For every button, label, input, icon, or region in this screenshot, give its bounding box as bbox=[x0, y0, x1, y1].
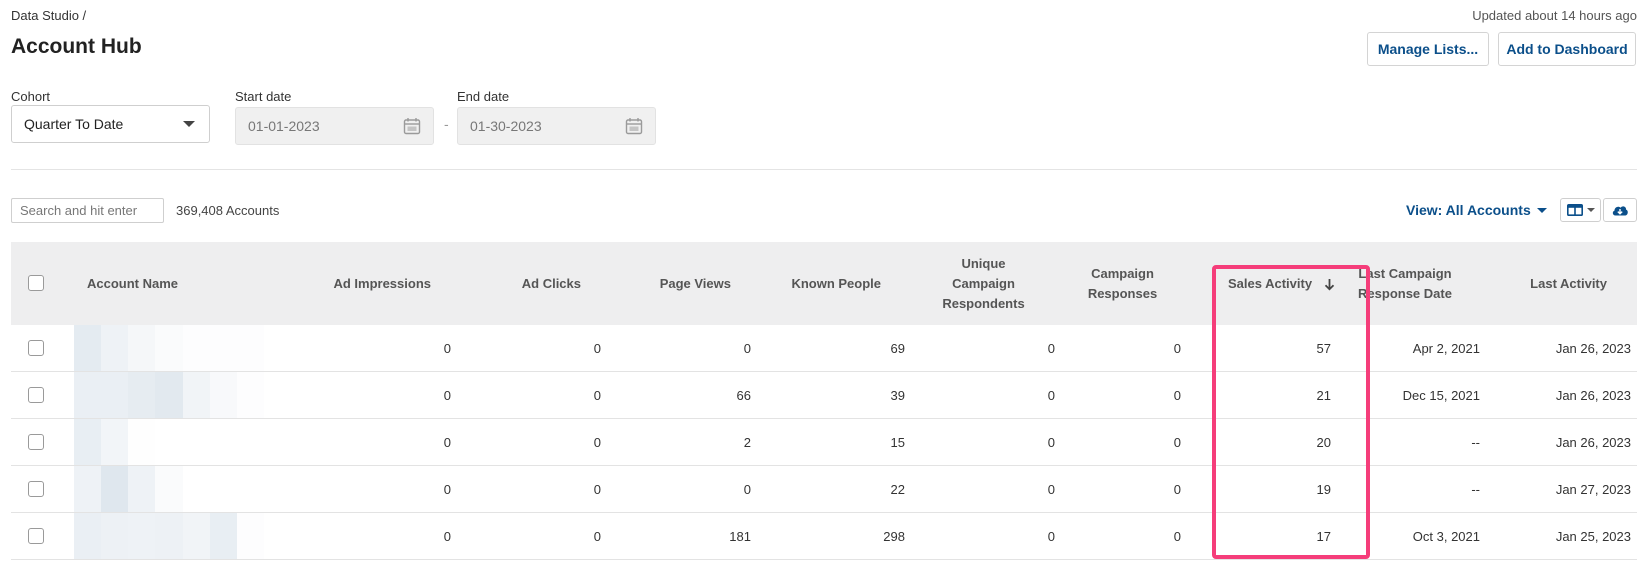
cell-campaign-responses: 0 bbox=[1173, 341, 1181, 356]
chevron-down-icon bbox=[1536, 207, 1547, 213]
columns-button[interactable] bbox=[1560, 198, 1601, 222]
section-divider bbox=[11, 169, 1637, 170]
cell-campaign-responses: 0 bbox=[1173, 435, 1181, 450]
view-selector[interactable]: View: All Accounts bbox=[1406, 202, 1547, 218]
cohort-value: Quarter To Date bbox=[24, 116, 124, 132]
cell-unique: 0 bbox=[1047, 482, 1055, 497]
select-all-checkbox[interactable] bbox=[28, 275, 44, 291]
cohort-select[interactable]: Quarter To Date bbox=[11, 105, 210, 143]
start-date-value: 01-01-2023 bbox=[248, 118, 320, 134]
updated-timestamp: Updated about 14 hours ago bbox=[1472, 8, 1637, 23]
download-button[interactable] bbox=[1603, 198, 1637, 222]
cell-ad-clicks: 0 bbox=[593, 388, 601, 403]
cell-unique: 0 bbox=[1047, 388, 1055, 403]
row-divider bbox=[11, 559, 1637, 560]
cell-page-views: 0 bbox=[743, 341, 751, 356]
add-to-dashboard-button[interactable]: Add to Dashboard bbox=[1498, 32, 1636, 66]
cell-last-campaign: Oct 3, 2021 bbox=[1412, 529, 1480, 544]
end-date-field[interactable]: 01-30-2023 bbox=[457, 107, 656, 145]
cell-campaign-responses: 0 bbox=[1173, 482, 1181, 497]
row-checkbox[interactable] bbox=[28, 340, 44, 356]
page-title: Account Hub bbox=[11, 35, 142, 58]
cell-ad-impressions: 0 bbox=[443, 388, 451, 403]
row-checkbox[interactable] bbox=[28, 434, 44, 450]
column-label-line: Unique bbox=[961, 256, 1006, 271]
column-label-line: Responses bbox=[1087, 286, 1158, 301]
manage-lists-button[interactable]: Manage Lists... bbox=[1367, 32, 1489, 66]
cell-unique: 0 bbox=[1047, 435, 1055, 450]
cell-ad-clicks: 0 bbox=[593, 529, 601, 544]
cell-ad-clicks: 0 bbox=[593, 341, 601, 356]
cell-last-activity: Jan 26, 2023 bbox=[1555, 435, 1631, 450]
date-separator: - bbox=[444, 116, 449, 132]
row-checkbox[interactable] bbox=[28, 528, 44, 544]
cell-ad-impressions: 0 bbox=[443, 341, 451, 356]
column-label-line: Campaign bbox=[952, 276, 1015, 291]
cohort-label: Cohort bbox=[11, 89, 51, 104]
calendar-icon[interactable] bbox=[625, 117, 643, 135]
column-known-people[interactable]: Known People bbox=[760, 274, 881, 294]
account-name-redacted[interactable] bbox=[74, 419, 264, 466]
column-ad-clicks[interactable]: Ad Clicks bbox=[480, 274, 581, 294]
column-unique-campaign-respondents[interactable]: Unique Campaign Respondents bbox=[930, 254, 1037, 314]
row-checkbox[interactable] bbox=[28, 481, 44, 497]
breadcrumb[interactable]: Data Studio / bbox=[11, 8, 86, 23]
cell-last-activity: Jan 26, 2023 bbox=[1555, 388, 1631, 403]
end-date-label: End date bbox=[457, 89, 510, 104]
calendar-icon[interactable] bbox=[403, 117, 421, 135]
cell-last-campaign: Dec 15, 2021 bbox=[1402, 388, 1480, 403]
cell-page-views: 181 bbox=[729, 529, 751, 544]
cell-unique: 0 bbox=[1047, 341, 1055, 356]
end-date-value: 01-30-2023 bbox=[470, 118, 542, 134]
cell-known-people: 22 bbox=[890, 482, 905, 497]
chevron-down-icon bbox=[1586, 208, 1595, 212]
row-checkbox[interactable] bbox=[28, 387, 44, 403]
cell-known-people: 39 bbox=[890, 388, 905, 403]
search-input[interactable]: Search and hit enter bbox=[11, 198, 164, 223]
account-name-redacted[interactable] bbox=[74, 372, 264, 419]
account-name-redacted[interactable] bbox=[74, 325, 264, 372]
column-campaign-responses[interactable]: Campaign Responses bbox=[1075, 264, 1170, 304]
start-date-field[interactable]: 01-01-2023 bbox=[235, 107, 434, 145]
cell-page-views: 2 bbox=[743, 435, 751, 450]
cell-known-people: 69 bbox=[890, 341, 905, 356]
cell-ad-clicks: 0 bbox=[593, 435, 601, 450]
column-ad-impressions[interactable]: Ad Impressions bbox=[300, 274, 431, 294]
cell-known-people: 15 bbox=[890, 435, 905, 450]
cloud-download-icon bbox=[1612, 206, 1628, 216]
cell-known-people: 298 bbox=[883, 529, 905, 544]
cell-last-activity: Jan 26, 2023 bbox=[1555, 341, 1631, 356]
cell-ad-impressions: 0 bbox=[443, 435, 451, 450]
cell-ad-impressions: 0 bbox=[443, 529, 451, 544]
column-label-line: Respondents bbox=[942, 296, 1025, 311]
view-label: View: All Accounts bbox=[1406, 202, 1531, 218]
highlight-box bbox=[1212, 265, 1370, 559]
cell-page-views: 0 bbox=[743, 482, 751, 497]
cell-unique: 0 bbox=[1047, 529, 1055, 544]
cell-campaign-responses: 0 bbox=[1173, 529, 1181, 544]
account-name-redacted[interactable] bbox=[74, 466, 264, 513]
column-last-activity[interactable]: Last Activity bbox=[1500, 274, 1607, 294]
column-label-line: Campaign bbox=[1091, 266, 1154, 281]
cell-last-activity: Jan 27, 2023 bbox=[1555, 482, 1631, 497]
cell-last-campaign: -- bbox=[1471, 435, 1480, 450]
account-count: 369,408 Accounts bbox=[176, 203, 280, 218]
cell-page-views: 66 bbox=[736, 388, 751, 403]
account-name-redacted[interactable] bbox=[74, 513, 264, 560]
column-page-views[interactable]: Page Views bbox=[630, 274, 731, 294]
cell-last-campaign: -- bbox=[1471, 482, 1480, 497]
start-date-label: Start date bbox=[235, 89, 292, 104]
chevron-down-icon bbox=[183, 121, 195, 127]
cell-ad-impressions: 0 bbox=[443, 482, 451, 497]
columns-icon bbox=[1566, 204, 1583, 216]
column-account-name[interactable]: Account Name bbox=[87, 274, 178, 294]
cell-last-activity: Jan 25, 2023 bbox=[1555, 529, 1631, 544]
cell-ad-clicks: 0 bbox=[593, 482, 601, 497]
cell-last-campaign: Apr 2, 2021 bbox=[1412, 341, 1480, 356]
cell-campaign-responses: 0 bbox=[1173, 388, 1181, 403]
